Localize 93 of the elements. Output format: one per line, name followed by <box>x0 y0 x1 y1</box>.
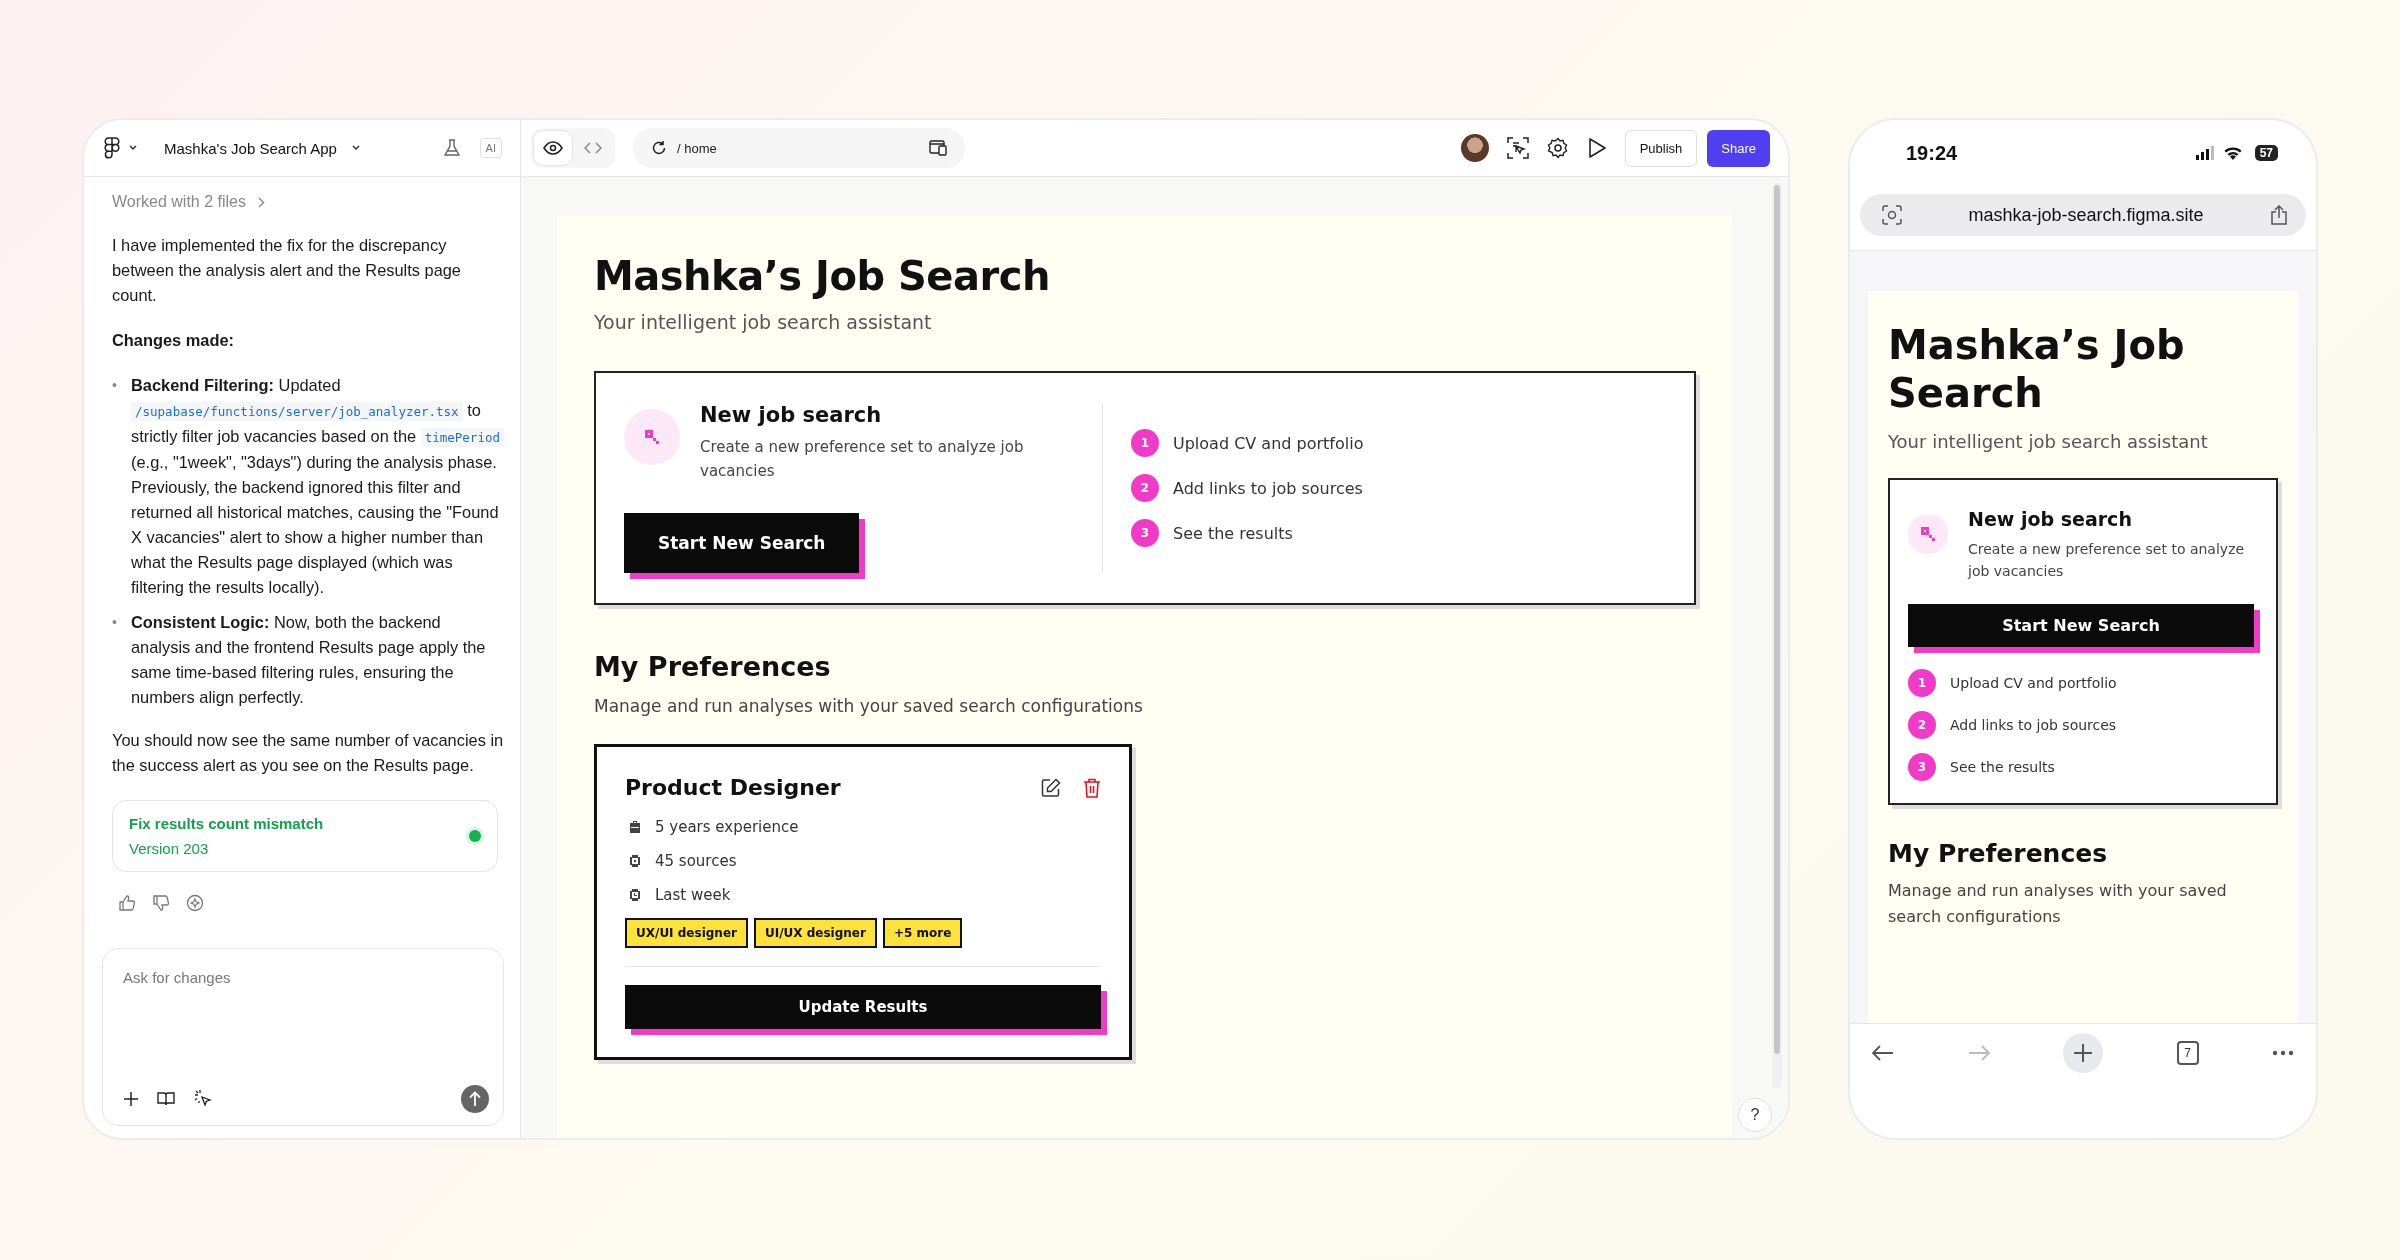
step-number: 1 <box>1908 669 1936 697</box>
signal-icon <box>2194 146 2215 160</box>
status-dot <box>469 830 481 842</box>
message-paragraph: You should now see the same number of vacancies in the success alert as you see on the Results page. <box>112 730 504 776</box>
more-icon[interactable] <box>2272 1050 2294 1056</box>
section-title: My Preferences <box>594 651 832 682</box>
step-number: 3 <box>1131 519 1159 547</box>
version-title: Fix results count mismatch <box>129 815 325 832</box>
new-tab-icon[interactable] <box>2063 1033 2103 1073</box>
step-number: 2 <box>1131 474 1159 502</box>
step-text: Upload CV and portfolio <box>1950 675 2117 691</box>
flask-icon[interactable] <box>441 138 462 158</box>
bullet-item: Backend Filtering: Updated /supabase/functions/server/job_analyzer.tsx to strictly filter job vacancies based on the timePeriod (e.g., "1week", "3days") during the analysis phase. Previously, the backend ignored this filter and returned all historical matches, causing the "Found X vacancies" alert to show a higher number than what the Results page displayed (which was filtering the results locally). <box>131 373 504 600</box>
caret-icon[interactable] <box>350 144 361 152</box>
ai-badge[interactable]: AI <box>479 138 502 158</box>
bullet-item: Consistent Logic: Now, both the backend analysis and the frontend Results page apply the same time-based filtering rules, ensuring the numbers align perfectly. <box>131 612 487 708</box>
code-icon[interactable] <box>584 141 602 155</box>
eye-tab[interactable] <box>533 130 573 166</box>
step-text: Add links to job sources <box>1950 717 2117 733</box>
detail-text: Last week <box>655 886 731 904</box>
page-title: Mashka’s Job Search <box>594 253 1051 299</box>
version-number: Version 203 <box>129 840 210 857</box>
send-button-icon[interactable] <box>461 1085 489 1113</box>
clock-icon <box>629 889 641 901</box>
wifi-icon <box>2222 146 2243 160</box>
changes-heading: Changes made: <box>112 330 236 351</box>
section-subtitle: Manage and run analyses with your saved search configurations <box>1888 880 2228 928</box>
message-paragraph: I have implemented the fix for the discrepancy between the analysis alert and the Results page count. <box>112 235 462 306</box>
version-card[interactable]: Fix results count mismatch Version 203 <box>112 800 498 872</box>
cursor-sparkle-icon[interactable] <box>193 1089 213 1109</box>
url-bar[interactable]: mashka-job-search.figma.site <box>1860 194 2306 236</box>
inspect-icon[interactable] <box>1506 137 1529 159</box>
url-text: mashka-job-search.figma.site <box>1967 204 2205 226</box>
key-icon <box>624 409 680 465</box>
page-path: / home <box>677 140 717 156</box>
step-number: 1 <box>1131 429 1159 457</box>
device-icon[interactable] <box>929 140 947 156</box>
settings-icon[interactable] <box>1546 137 1569 159</box>
edit-icon[interactable] <box>1041 777 1061 798</box>
publish-button[interactable]: Publish <box>1624 129 1698 167</box>
briefcase-icon <box>629 821 641 833</box>
section-subtitle: Manage and run analyses with your saved search configurations <box>594 696 1144 716</box>
play-icon[interactable] <box>1586 137 1607 159</box>
page-title: Mashka’s Job Search <box>1888 321 2186 417</box>
trash-icon[interactable] <box>1083 777 1101 798</box>
address-bar[interactable]: / home <box>633 128 965 168</box>
bullet-marker: • <box>112 376 118 395</box>
thumbs-down-icon[interactable] <box>152 894 170 912</box>
tag: UX/UI designer <box>625 918 748 948</box>
avatar[interactable] <box>1460 134 1489 162</box>
step-text: Add links to job sources <box>1173 478 1363 498</box>
step-number: 3 <box>1908 753 1936 781</box>
chevron-right-icon[interactable] <box>258 196 265 208</box>
caret-icon[interactable] <box>128 144 138 152</box>
detail-text: 45 sources <box>655 852 737 870</box>
gear-icon <box>629 855 641 867</box>
project-title[interactable]: Mashka's Job Search App <box>164 139 337 157</box>
card-description: Create a new preference set to analyze job vacancies <box>700 437 1025 482</box>
camera-scan-icon[interactable] <box>1882 205 1902 225</box>
book-icon[interactable] <box>157 1091 175 1107</box>
page-subtitle: Your intelligent job search assistant <box>594 311 933 333</box>
thumbs-up-icon[interactable] <box>118 894 136 912</box>
section-title: My Preferences <box>1888 839 2109 868</box>
plus-icon[interactable] <box>123 1091 139 1107</box>
scrollbar[interactable] <box>1772 183 1782 1088</box>
reload-icon[interactable] <box>651 140 667 156</box>
worked-with-files-link[interactable]: Worked with 2 files <box>112 193 246 211</box>
card-title: New job search <box>1968 508 2133 530</box>
step-text: Upload CV and portfolio <box>1173 433 1364 453</box>
battery-indicator: 57 <box>2254 145 2278 161</box>
sparkle-circle-icon[interactable] <box>186 894 204 912</box>
share-button[interactable]: Share <box>1707 129 1770 167</box>
tag: +5 more <box>882 918 963 948</box>
card-description: Create a new preference set to analyze job vacancies <box>1968 540 2246 581</box>
chat-input-box[interactable]: Ask for changes <box>102 948 504 1126</box>
step-text: See the results <box>1950 759 2055 775</box>
step-number: 2 <box>1908 711 1936 739</box>
eye-icon[interactable] <box>543 141 563 155</box>
card-title: New job search <box>700 403 883 427</box>
back-arrow-icon[interactable] <box>1872 1045 1894 1061</box>
preference-title: Product Designer <box>625 775 841 800</box>
bullet-marker: • <box>112 613 118 632</box>
detail-text: 5 years experience <box>655 818 799 836</box>
key-icon <box>1908 514 1948 554</box>
step-text: See the results <box>1173 523 1293 543</box>
tab-count-button[interactable]: 7 <box>2176 1041 2199 1065</box>
page-subtitle: Your intelligent job search assistant <box>1888 431 2209 452</box>
tag: UI/UX designer <box>753 918 877 948</box>
figma-logo-icon[interactable] <box>104 137 120 159</box>
status-time: 19:24 <box>1906 141 1958 165</box>
help-button[interactable]: ? <box>1738 1098 1772 1132</box>
share-icon[interactable] <box>2270 205 2288 225</box>
chat-input-field[interactable]: Ask for changes <box>123 961 489 1085</box>
